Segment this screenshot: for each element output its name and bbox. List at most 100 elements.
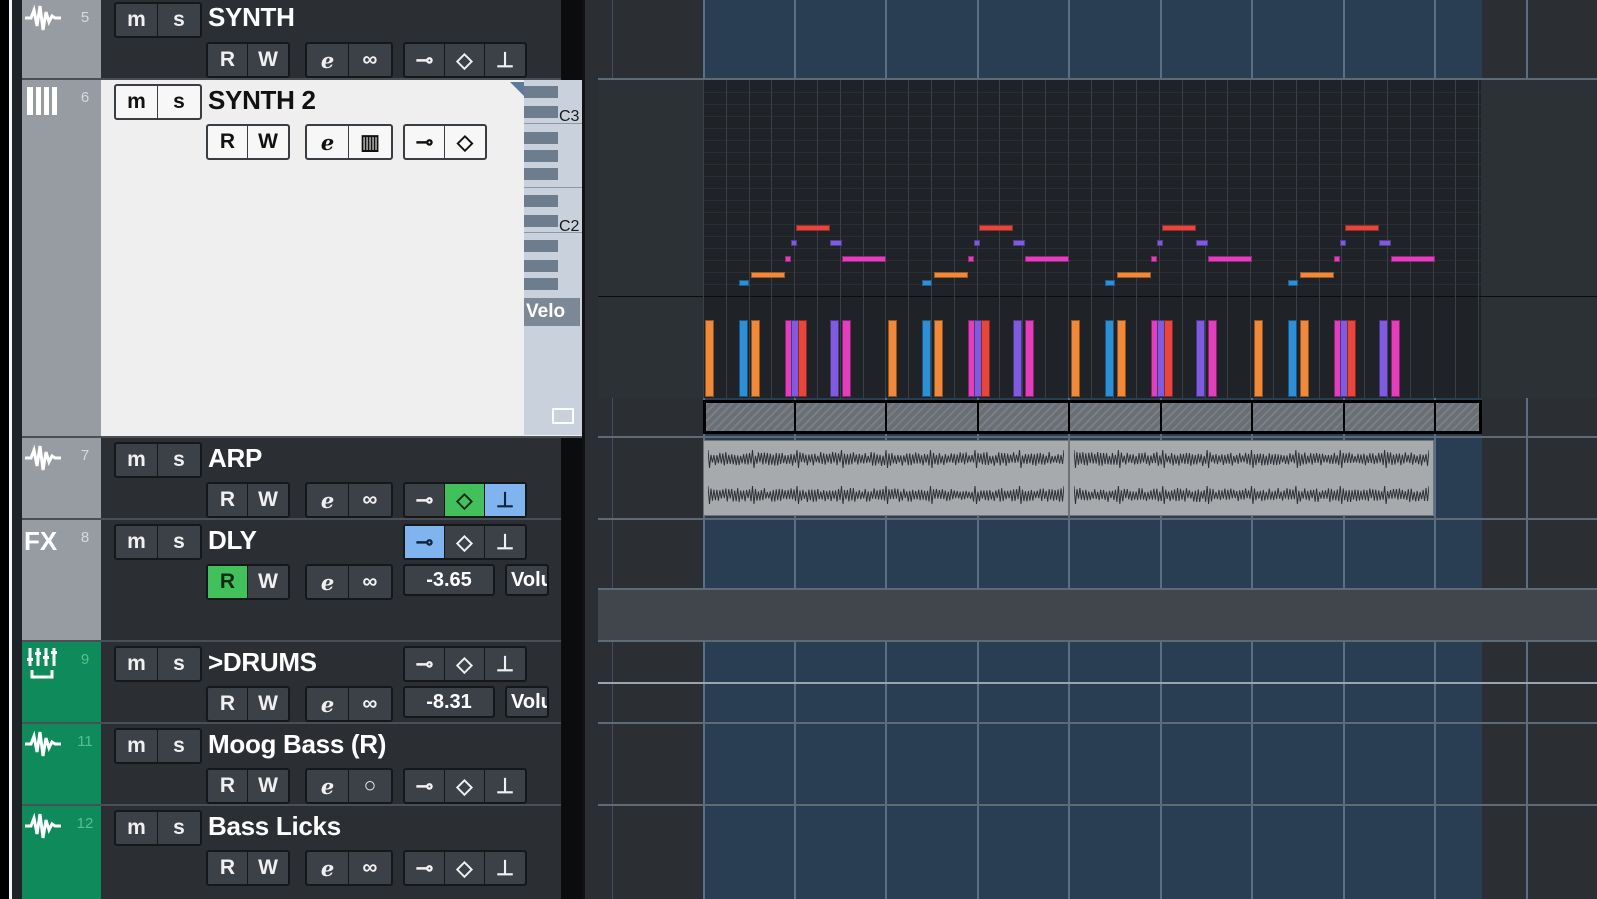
- automation-parameter-select[interactable]: Volu: [505, 564, 549, 596]
- edit-e-icon[interactable]: e: [307, 566, 349, 598]
- mute-button[interactable]: m: [116, 4, 158, 36]
- write-automation-button[interactable]: W: [248, 770, 288, 802]
- solo-button[interactable]: s: [158, 444, 200, 476]
- track-name[interactable]: Moog Bass (R): [208, 729, 386, 760]
- write-automation-button[interactable]: W: [248, 126, 288, 158]
- mute-button[interactable]: m: [116, 86, 158, 118]
- velocity-bar[interactable]: [1117, 320, 1126, 397]
- velocity-bar[interactable]: [1288, 320, 1297, 397]
- midi-note[interactable]: [1157, 240, 1163, 246]
- mute-button[interactable]: m: [116, 444, 158, 476]
- piano-keyboard[interactable]: C3 C2 Velo: [524, 80, 582, 435]
- solo-button[interactable]: s: [158, 86, 200, 118]
- automation-line[interactable]: [598, 682, 1597, 684]
- bypass-icon[interactable]: ⊸: [405, 44, 445, 76]
- edit-e-icon[interactable]: e: [307, 688, 349, 720]
- write-automation-button[interactable]: W: [248, 44, 288, 76]
- midi-note[interactable]: [1013, 240, 1025, 246]
- midi-note[interactable]: [842, 256, 886, 262]
- midi-note[interactable]: [1208, 256, 1252, 262]
- velocity-bar[interactable]: [934, 320, 943, 397]
- read-automation-button[interactable]: R: [208, 44, 248, 76]
- read-automation-button[interactable]: R: [208, 770, 248, 802]
- track-name[interactable]: DLY: [208, 525, 257, 556]
- bypass-icon[interactable]: ⊸: [405, 484, 445, 516]
- velocity-bar[interactable]: [1105, 320, 1114, 397]
- velocity-bar[interactable]: [751, 320, 760, 397]
- write-automation-button[interactable]: W: [248, 566, 288, 598]
- velocity-bar[interactable]: [922, 320, 931, 397]
- compare-icon[interactable]: ◇: [445, 852, 485, 884]
- midi-note[interactable]: [1345, 225, 1379, 231]
- velocity-bar[interactable]: [1208, 320, 1217, 397]
- track-name[interactable]: >DRUMS: [208, 647, 317, 678]
- midi-note[interactable]: [1151, 256, 1157, 262]
- bypass-icon[interactable]: ⊸: [405, 126, 445, 158]
- eq-icon[interactable]: ⊥: [485, 44, 525, 76]
- track-name[interactable]: SYNTH 2: [208, 85, 316, 116]
- arrange-area[interactable]: [598, 0, 1597, 899]
- solo-button[interactable]: s: [158, 730, 200, 762]
- midi-note[interactable]: [1025, 256, 1069, 262]
- velocity-lane-tab[interactable]: Velo: [524, 298, 580, 326]
- bypass-icon[interactable]: ⊸: [405, 770, 445, 802]
- link-icon[interactable]: ∞: [349, 484, 391, 516]
- link-icon[interactable]: ∞: [349, 566, 391, 598]
- solo-button[interactable]: s: [158, 812, 200, 844]
- track-moog-bass[interactable]: 11 m s Moog Bass (R) R W e ○ ⊸ ◇ ⊥: [22, 724, 582, 806]
- solo-button[interactable]: s: [158, 648, 200, 680]
- midi-note[interactable]: [974, 240, 980, 246]
- link-icon[interactable]: ∞: [349, 44, 391, 76]
- piano-roll-icon[interactable]: ▥: [349, 126, 391, 158]
- midi-note[interactable]: [830, 240, 842, 246]
- eq-icon[interactable]: ⊥: [485, 852, 525, 884]
- midi-note[interactable]: [1334, 256, 1340, 262]
- mute-button[interactable]: m: [116, 526, 158, 558]
- solo-button[interactable]: s: [158, 526, 200, 558]
- automation-value-display[interactable]: -3.65: [403, 564, 495, 596]
- automation-parameter-select[interactable]: Volu: [505, 686, 549, 718]
- midi-note[interactable]: [1288, 280, 1298, 286]
- midi-note[interactable]: [1117, 272, 1151, 278]
- automation-value-display[interactable]: -8.31: [403, 686, 495, 718]
- mute-button[interactable]: m: [116, 812, 158, 844]
- edit-e-icon[interactable]: e: [307, 126, 349, 158]
- velocity-bar[interactable]: [1025, 320, 1034, 397]
- compare-icon[interactable]: ◇: [445, 44, 485, 76]
- read-automation-button[interactable]: R: [208, 688, 248, 720]
- midi-note[interactable]: [739, 280, 749, 286]
- velocity-bar[interactable]: [981, 320, 990, 397]
- midi-note[interactable]: [1105, 280, 1115, 286]
- track-name[interactable]: ARP: [208, 443, 262, 474]
- track-drums-group[interactable]: 9 m s >DRUMS ⊸ ◇ ⊥ R W e ∞ -8.31 Volu: [22, 642, 582, 724]
- read-automation-button[interactable]: R: [208, 852, 248, 884]
- midi-note[interactable]: [968, 256, 974, 262]
- velocity-bar[interactable]: [830, 320, 839, 397]
- edit-e-icon[interactable]: e: [307, 484, 349, 516]
- compare-icon[interactable]: ◇: [445, 648, 485, 680]
- velocity-bar[interactable]: [739, 320, 748, 397]
- velocity-bar[interactable]: [798, 320, 807, 397]
- mute-button[interactable]: m: [116, 648, 158, 680]
- midi-note[interactable]: [1340, 240, 1346, 246]
- page-icon[interactable]: [552, 408, 574, 424]
- track-synth-2[interactable]: 6 m s SYNTH 2 R W e ▥ ⊸ ◇ C3 C2 Velo: [22, 80, 582, 438]
- read-automation-button[interactable]: R: [208, 484, 248, 516]
- bypass-icon[interactable]: ⊸: [405, 648, 445, 680]
- audio-clip[interactable]: [1069, 440, 1434, 516]
- midi-note[interactable]: [1391, 256, 1435, 262]
- velocity-bar[interactable]: [705, 320, 714, 397]
- midi-note[interactable]: [796, 225, 830, 231]
- velocity-bar[interactable]: [1071, 320, 1080, 397]
- compare-icon[interactable]: ◇: [445, 770, 485, 802]
- eq-icon[interactable]: ⊥: [485, 648, 525, 680]
- edit-e-icon[interactable]: e: [307, 852, 349, 884]
- read-automation-button[interactable]: R: [208, 566, 248, 598]
- mute-button[interactable]: m: [116, 730, 158, 762]
- midi-note[interactable]: [979, 225, 1013, 231]
- velocity-bar[interactable]: [1254, 320, 1263, 397]
- midi-note[interactable]: [1379, 240, 1391, 246]
- solo-button[interactable]: s: [158, 4, 200, 36]
- track-name[interactable]: SYNTH: [208, 2, 295, 33]
- edit-e-icon[interactable]: e: [307, 770, 349, 802]
